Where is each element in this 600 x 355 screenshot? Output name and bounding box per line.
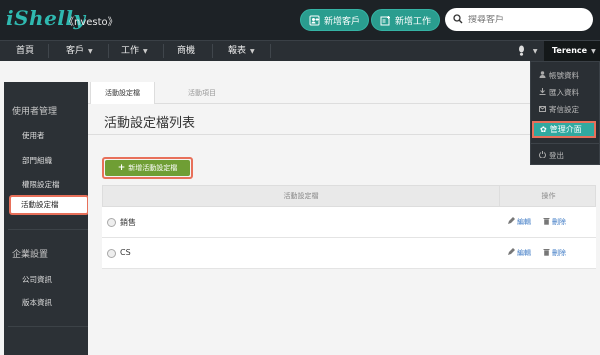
menu-item-admin-label: 管理介面 (549, 125, 582, 134)
sidebar-item-company-info[interactable]: 公司資訊 (22, 274, 52, 285)
nav-customers-label: 客戶 (66, 46, 85, 56)
sidebar-item-departments[interactable]: 部門組織 (22, 155, 52, 166)
admin-sidebar: 使用者管理 使用者 部門組織 權限設定檔 企業設置 公司資訊 版本資訊 (4, 82, 92, 355)
edit-label: 編輯 (517, 218, 531, 226)
add-customer-label: 新增客戶 (324, 16, 361, 27)
edit-link[interactable]: 編輯 (507, 248, 531, 258)
pencil-icon (507, 217, 515, 227)
nav-divider (212, 44, 213, 58)
nav-reports[interactable]: 報表 ▼ (228, 41, 255, 61)
nav-customers[interactable]: 客戶 ▼ (66, 41, 93, 61)
main-nav: 首頁 客戶 ▼ 工作 ▼ 商機 報表 ▼ ▼ Terence ▼ (0, 40, 600, 61)
nav-divider (270, 44, 271, 58)
nav-deals[interactable]: 商機 (177, 41, 195, 61)
edit-link[interactable]: 編輯 (507, 217, 531, 227)
caret-down-icon: ▼ (532, 48, 538, 55)
menu-item-logout[interactable]: 登出 (539, 150, 564, 161)
pencil-icon (507, 248, 515, 258)
user-icon (539, 71, 546, 80)
nav-deals-label: 商機 (177, 46, 196, 56)
row-radio[interactable] (107, 249, 116, 258)
menu-item-account-label: 帳號資料 (549, 71, 579, 80)
menu-divider (531, 143, 599, 144)
title-divider (88, 134, 600, 135)
page-title: 活動設定檔列表 (104, 116, 196, 131)
tab-activity-profiles[interactable]: 活動設定檔 (90, 82, 155, 104)
sidebar-divider (8, 326, 92, 327)
menu-item-import-label: 匯入資料 (549, 88, 579, 97)
add-customer-button[interactable]: 新增客戶 (300, 9, 370, 31)
gear-icon: ✿ (540, 125, 547, 134)
nav-tasks-label: 工作 (121, 46, 140, 56)
footprint-icon (517, 45, 529, 56)
sidebar-item-activity-profiles[interactable]: 活動設定檔 (9, 195, 89, 215)
delete-link[interactable]: 刪除 (543, 248, 566, 258)
search-input[interactable] (468, 14, 578, 25)
search-icon (453, 13, 463, 26)
nav-reports-label: 報表 (228, 46, 247, 56)
sidebar-section-enterprise: 企業設置 (12, 250, 49, 260)
user-menu-button[interactable]: Terence ▼ (544, 41, 600, 61)
search-box[interactable] (445, 8, 593, 31)
sidebar-item-permissions[interactable]: 權限設定檔 (22, 179, 60, 190)
sidebar-item-users[interactable]: 使用者 (22, 130, 45, 141)
nav-home[interactable]: 首頁 (16, 41, 34, 61)
nav-divider (163, 44, 164, 58)
nav-home-label: 首頁 (16, 46, 35, 56)
menu-item-mail-label: 寄信設定 (549, 105, 579, 114)
caret-down-icon: ▼ (143, 48, 148, 55)
power-icon (539, 151, 546, 160)
nav-tasks[interactable]: 工作 ▼ (121, 41, 148, 61)
table-header: 活動設定檔 操作 (102, 185, 596, 207)
user-dropdown-menu: 帳號資料 匯入資料 寄信設定 ✿ 管理介面 登出 (530, 61, 600, 165)
delete-label: 刪除 (552, 218, 566, 226)
menu-item-import[interactable]: 匯入資料 (539, 87, 579, 98)
add-task-button[interactable]: 新增工作 (371, 9, 441, 31)
edit-label: 編輯 (517, 249, 531, 257)
sidebar-section-user-management: 使用者管理 (12, 107, 58, 117)
row-name: 銷售 (120, 218, 136, 227)
nav-divider (108, 44, 109, 58)
nav-divider (48, 44, 49, 58)
add-activity-profile-label: 新增活動設定檔 (128, 164, 178, 172)
sidebar-item-version-info[interactable]: 版本資訊 (22, 297, 52, 308)
table-row: CS 編輯 刪除 (102, 238, 596, 269)
trash-icon (543, 217, 550, 227)
caret-down-icon: ▼ (250, 48, 255, 55)
add-activity-profile-button[interactable]: + 新增活動設定檔 (102, 157, 193, 179)
download-icon (539, 88, 546, 97)
row-radio[interactable] (107, 218, 116, 227)
main-content: 活動設定檔 活動項目 活動設定檔列表 + 新增活動設定檔 活動設定檔 操作 銷售… (88, 82, 600, 355)
add-task-label: 新增工作 (395, 16, 432, 27)
column-header-actions: 操作 (499, 186, 597, 206)
trash-icon (543, 248, 550, 258)
company-name: 《nvesto》 (64, 17, 118, 28)
delete-link[interactable]: 刪除 (543, 217, 566, 227)
caret-down-icon: ▼ (88, 48, 93, 55)
add-contact-icon (309, 15, 320, 26)
column-header-profile: 活動設定檔 (283, 192, 319, 200)
menu-item-logout-label: 登出 (549, 151, 564, 160)
row-name: CS (120, 248, 131, 257)
plus-icon: + (117, 163, 126, 173)
menu-item-account[interactable]: 帳號資料 (539, 70, 579, 81)
table-row: 銷售 編輯 刪除 (102, 207, 596, 238)
top-bar: iShelly 《nvesto》 新增客戶 新增工作 (0, 0, 600, 40)
add-task-icon (380, 15, 391, 26)
menu-item-mail-settings[interactable]: 寄信設定 (539, 104, 579, 115)
menu-item-admin[interactable]: ✿ 管理介面 (532, 121, 596, 138)
sidebar-divider (8, 229, 92, 230)
caret-down-icon: ▼ (591, 48, 596, 55)
delete-label: 刪除 (552, 249, 566, 257)
envelope-icon (539, 105, 546, 114)
user-name: Terence (552, 46, 588, 55)
tab-activity-items[interactable]: 活動項目 (174, 82, 230, 104)
footprint-menu[interactable]: ▼ (517, 41, 538, 61)
tab-bar: 活動設定檔 活動項目 (88, 82, 600, 104)
